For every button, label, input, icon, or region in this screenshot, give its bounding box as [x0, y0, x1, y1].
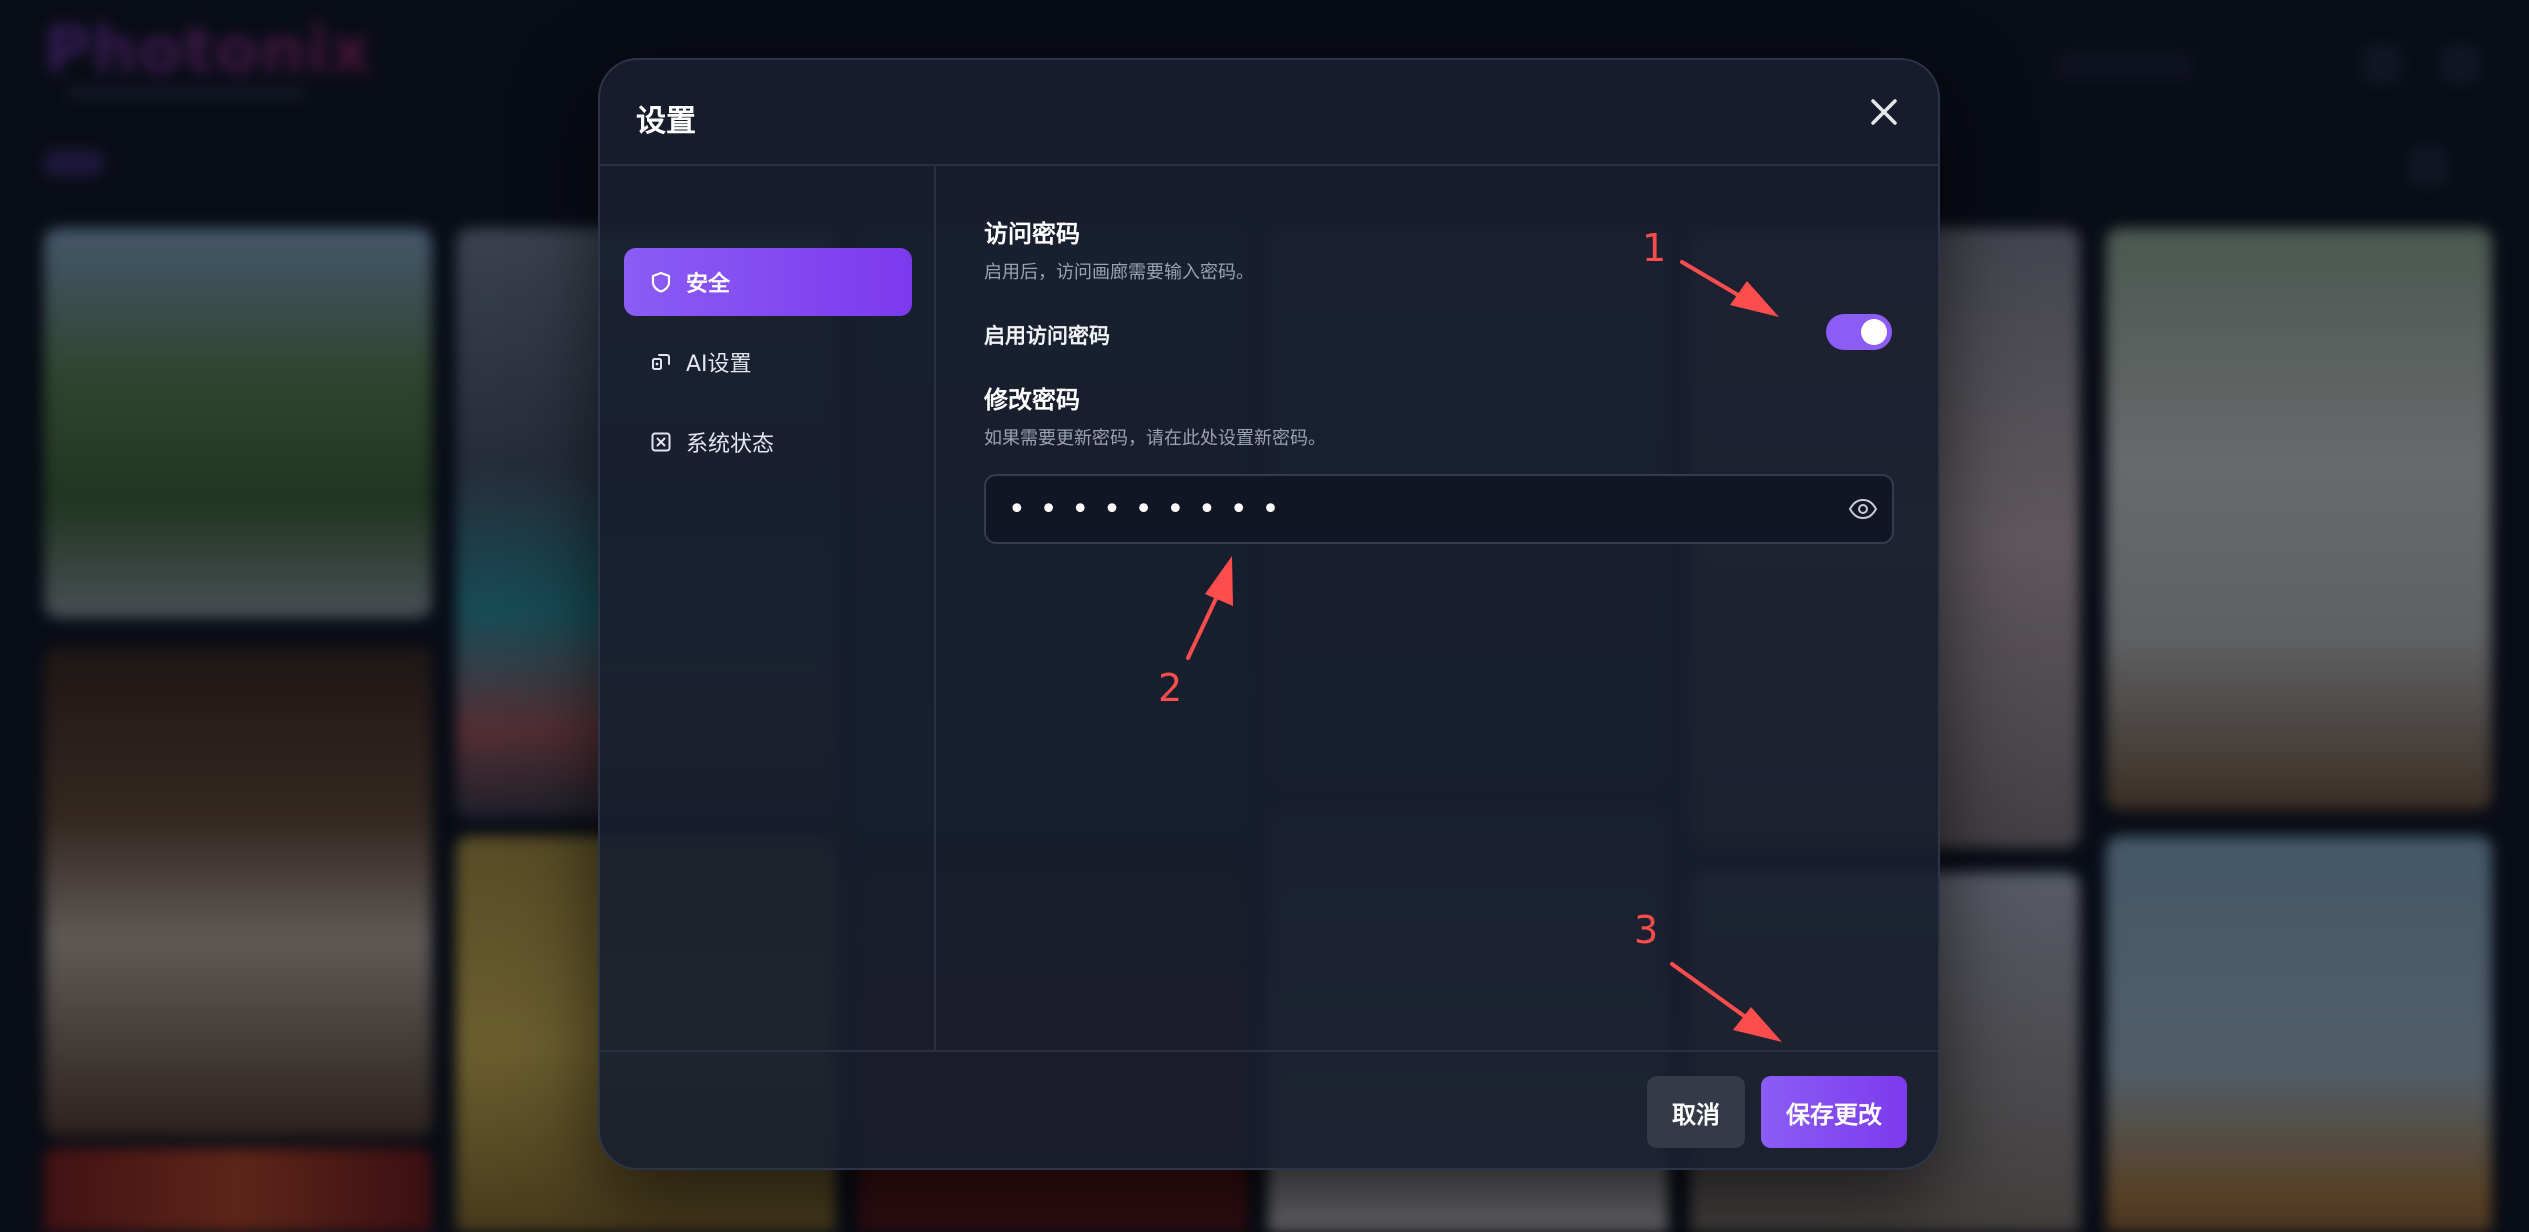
password-input[interactable]	[1008, 476, 1808, 542]
sidebar-item-label: 系统状态	[686, 432, 775, 457]
sidebar-item-ai-settings[interactable]: AI设置	[624, 328, 912, 396]
settings-dialog: 设置 安全 AI设置 系统状态 访问密码 启用后，访问画廊需要输入密码。 启用访…	[598, 58, 1940, 1170]
dialog-header: 设置	[600, 60, 1938, 166]
enable-password-toggle[interactable]	[1826, 314, 1892, 350]
toggle-knob	[1861, 319, 1887, 345]
change-password-description: 如果需要更新密码，请在此处设置新密码。	[984, 428, 1326, 449]
shield-icon	[650, 271, 672, 293]
settings-sidebar: 安全 AI设置 系统状态	[600, 166, 936, 1050]
save-changes-button[interactable]: 保存更改	[1761, 1076, 1907, 1148]
change-password-title: 修改密码	[984, 386, 1080, 414]
enable-password-label: 启用访问密码	[984, 324, 1110, 348]
eye-icon	[1848, 498, 1878, 520]
cancel-button[interactable]: 取消	[1647, 1076, 1745, 1148]
close-icon	[1871, 99, 1897, 125]
ai-chip-icon	[650, 351, 672, 373]
sidebar-item-label: 安全	[686, 272, 731, 297]
sidebar-item-security[interactable]: 安全	[624, 248, 912, 316]
show-password-button[interactable]	[1848, 496, 1878, 522]
access-password-title: 访问密码	[984, 220, 1080, 248]
dialog-footer: 取消 保存更改	[600, 1050, 1938, 1168]
access-password-description: 启用后，访问画廊需要输入密码。	[984, 262, 1254, 283]
password-field	[984, 474, 1894, 544]
security-settings-panel: 访问密码 启用后，访问画廊需要输入密码。 启用访问密码 修改密码 如果需要更新密…	[938, 166, 1938, 1050]
status-box-icon	[650, 431, 672, 453]
close-button[interactable]	[1864, 92, 1904, 132]
dialog-title: 设置	[636, 104, 696, 139]
sidebar-item-system-status[interactable]: 系统状态	[624, 408, 912, 476]
sidebar-item-label: AI设置	[686, 352, 752, 377]
